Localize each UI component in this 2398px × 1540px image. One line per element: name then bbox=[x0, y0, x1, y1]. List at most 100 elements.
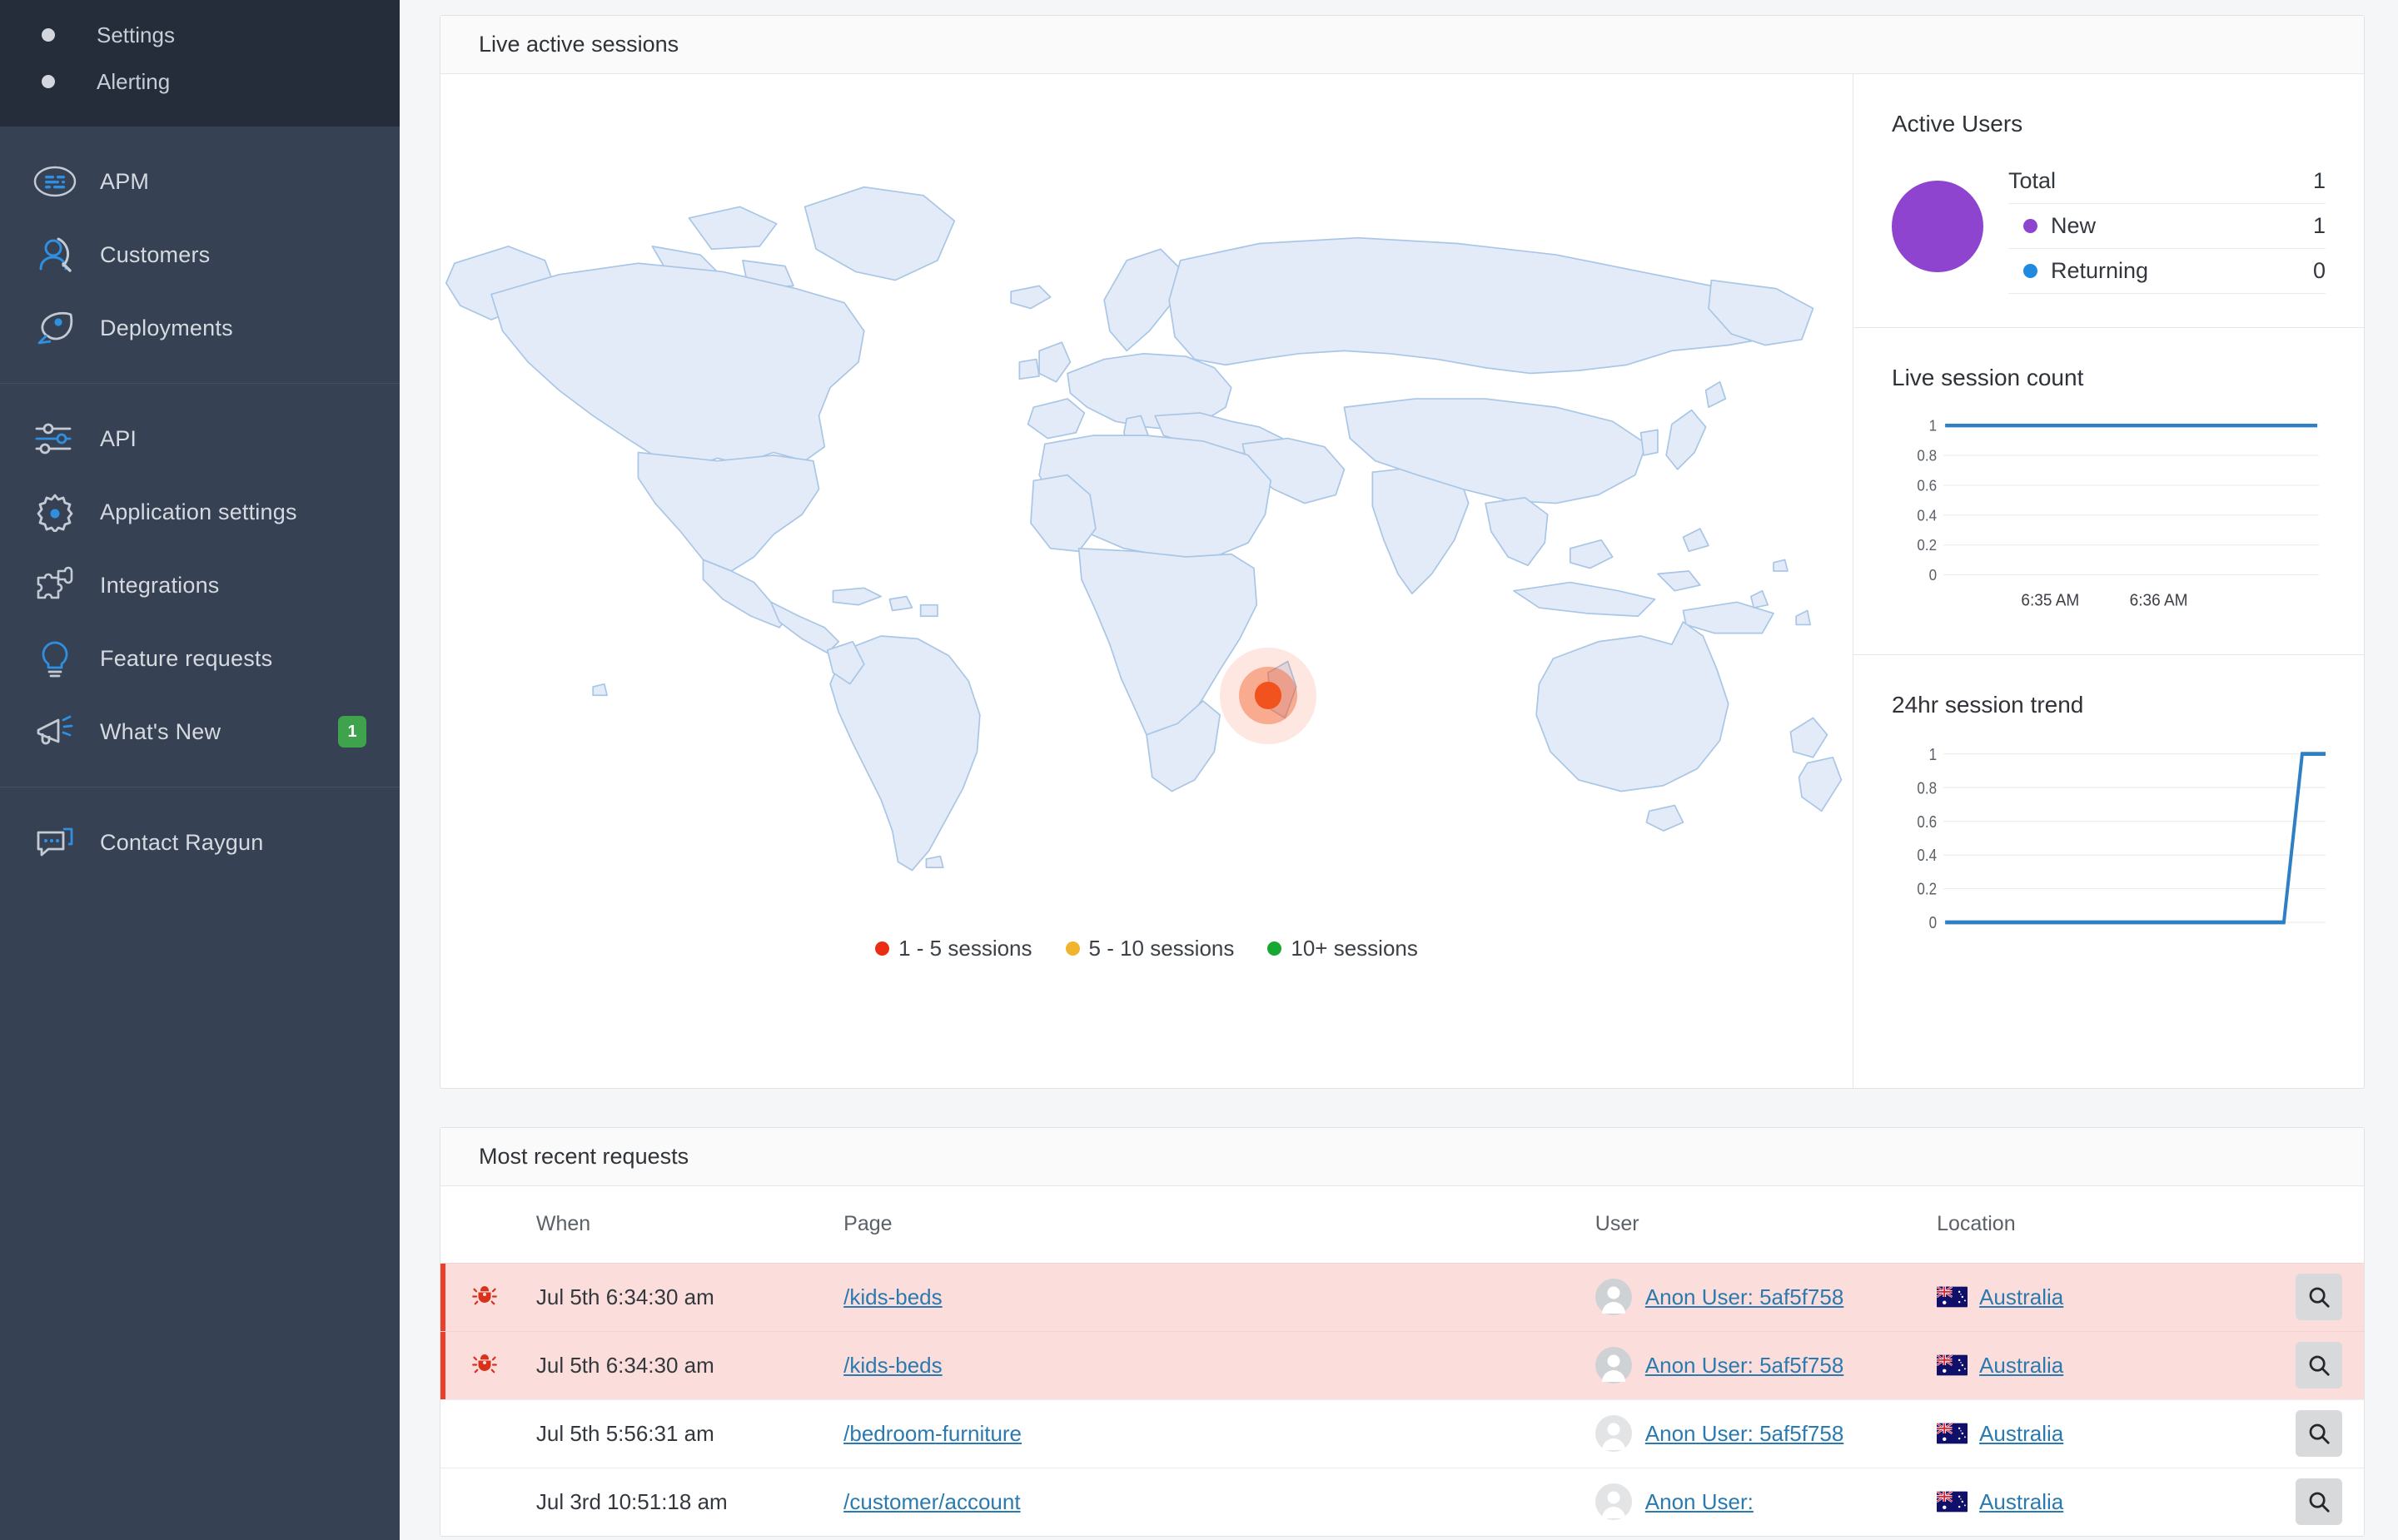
search-icon[interactable] bbox=[2296, 1342, 2342, 1388]
col-header-when[interactable]: When bbox=[536, 1186, 843, 1263]
table-row[interactable]: Jul 5th 6:34:30 am /kids-beds Anon User:… bbox=[440, 1262, 2364, 1331]
session-marker[interactable] bbox=[1219, 647, 1316, 744]
row-when: Jul 5th 6:34:30 am bbox=[535, 1262, 844, 1331]
rocket-icon bbox=[30, 306, 80, 350]
row-location-link[interactable]: Australia bbox=[1979, 1284, 2063, 1310]
sidebar-item-contact-raygun[interactable]: Contact Raygun bbox=[0, 806, 400, 879]
svg-text:0: 0 bbox=[1929, 913, 1937, 932]
active-users-block: Active Users Total 1 New 1 Returning 0 bbox=[1853, 74, 2364, 327]
sidebar-item-feature-requests[interactable]: Feature requests bbox=[0, 622, 400, 695]
row-page-link[interactable]: /bedroom-furniture bbox=[843, 1421, 1022, 1446]
row-user-cell: Anon User: 5af5f758 bbox=[1595, 1398, 1938, 1468]
sidebar-item-apm[interactable]: APM bbox=[0, 145, 400, 218]
search-icon[interactable] bbox=[2296, 1410, 2342, 1457]
sidebar-item-whats-new[interactable]: What's New 1 bbox=[0, 695, 400, 768]
row-user-link[interactable]: Anon User: 5af5f758 bbox=[1645, 1421, 1844, 1447]
col-header-page[interactable]: Page bbox=[843, 1186, 1595, 1263]
row-location-link[interactable]: Australia bbox=[1979, 1489, 2063, 1515]
sidebar-item-label: Application settings bbox=[100, 499, 297, 524]
legend-label: 10+ sessions bbox=[1291, 936, 1418, 961]
row-location-link[interactable]: Australia bbox=[1979, 1353, 2063, 1379]
table-row[interactable]: Jul 3rd 10:51:18 am /customer/account An… bbox=[440, 1467, 2364, 1536]
svg-text:1: 1 bbox=[1929, 744, 1937, 763]
avatar bbox=[1595, 1415, 1632, 1452]
sidebar-item-api[interactable]: API bbox=[0, 402, 400, 475]
session-trend-chart[interactable]: 1 0.8 0.6 0.4 0.2 0 bbox=[1892, 740, 2326, 948]
avatar bbox=[1595, 1279, 1632, 1315]
search-icon[interactable] bbox=[2296, 1478, 2342, 1526]
bullet-dot-icon bbox=[42, 75, 55, 88]
svg-text:0.4: 0.4 bbox=[1917, 846, 1937, 865]
row-action-cell bbox=[2261, 1467, 2364, 1536]
apm-icon bbox=[30, 160, 80, 203]
sidebar-item-alerting[interactable]: Alerting bbox=[0, 58, 400, 105]
whats-new-badge: 1 bbox=[338, 716, 366, 748]
australia-flag-icon bbox=[1937, 1354, 1968, 1376]
col-header-action bbox=[2261, 1186, 2364, 1263]
row-page-cell: /kids-beds bbox=[843, 1262, 1595, 1331]
chart-svg: 1 0.8 0.6 0.4 0.2 0 bbox=[1917, 744, 2326, 932]
row-page-link[interactable]: /kids-beds bbox=[843, 1353, 943, 1378]
svg-text:0.4: 0.4 bbox=[1917, 507, 1937, 524]
sidebar-item-settings[interactable]: Settings bbox=[0, 12, 400, 58]
live-session-count-block: Live session count 1 0.8 0.6 0.4 0.2 0 6… bbox=[1853, 327, 2364, 654]
sidebar-item-customers[interactable]: Customers bbox=[0, 218, 400, 291]
active-users-row-total: Total 1 bbox=[2008, 159, 2326, 204]
sidebar-group-config: API Application settings Integrations Fe… bbox=[0, 383, 400, 787]
sidebar-item-application-settings[interactable]: Application settings bbox=[0, 475, 400, 549]
legend-label: 1 - 5 sessions bbox=[898, 936, 1032, 961]
row-when: Jul 5th 6:34:30 am bbox=[535, 1330, 844, 1399]
table-body: Jul 5th 6:34:30 am /kids-beds Anon User:… bbox=[440, 1262, 2364, 1536]
table-row[interactable]: Jul 5th 5:56:31 am /bedroom-furniture An… bbox=[440, 1398, 2364, 1468]
col-header-user[interactable]: User bbox=[1595, 1186, 1937, 1263]
sidebar-item-label: Settings bbox=[97, 22, 175, 47]
row-value: 1 bbox=[2312, 213, 2326, 238]
sidebar: Settings Alerting APM Customers Deployme… bbox=[0, 0, 400, 1540]
sidebar-item-deployments[interactable]: Deployments bbox=[0, 291, 400, 365]
live-session-count-chart[interactable]: 1 0.8 0.6 0.4 0.2 0 6:35 AM 6:36 AM bbox=[1892, 413, 2326, 621]
sidebar-item-integrations[interactable]: Integrations bbox=[0, 549, 400, 622]
col-header-location[interactable]: Location bbox=[1937, 1186, 2261, 1263]
row-location-link[interactable]: Australia bbox=[1979, 1421, 2063, 1447]
legend-dot-new bbox=[2023, 219, 2037, 233]
sidebar-item-label: Feature requests bbox=[100, 645, 273, 671]
table-header-row: When Page User Location bbox=[440, 1186, 2364, 1263]
row-user-link[interactable]: Anon User: 5af5f758 bbox=[1645, 1353, 1844, 1379]
row-page-cell: /kids-beds bbox=[843, 1330, 1595, 1399]
gear-icon bbox=[30, 490, 80, 534]
table-row[interactable]: Jul 5th 6:34:30 am /kids-beds Anon User:… bbox=[440, 1330, 2364, 1399]
legend-dot-returning bbox=[2023, 264, 2037, 278]
session-trend-block: 24hr session trend 1 0.8 0.6 0.4 0.2 0 bbox=[1853, 654, 2364, 981]
row-page-link[interactable]: /customer/account bbox=[843, 1489, 1020, 1514]
row-user-link[interactable]: Anon User: 5af5f758 bbox=[1645, 1284, 1844, 1310]
row-user-link[interactable]: Anon User: bbox=[1645, 1489, 1754, 1515]
row-location-cell: Australia bbox=[1937, 1467, 2261, 1536]
legend-dot-red bbox=[875, 941, 890, 956]
sidebar-sub-section: Settings Alerting bbox=[0, 0, 400, 127]
chart-svg: 1 0.8 0.6 0.4 0.2 0 6:35 AM 6:36 AM bbox=[1917, 417, 2319, 610]
live-session-count-title: Live session count bbox=[1892, 365, 2084, 390]
row-page-cell: /customer/account bbox=[843, 1467, 1595, 1536]
svg-text:0.2: 0.2 bbox=[1917, 879, 1937, 898]
row-action-cell bbox=[2261, 1262, 2364, 1331]
chat-icon bbox=[30, 821, 80, 864]
requests-table: When Page User Location Jul 5th 6:34:30 … bbox=[440, 1186, 2364, 1536]
row-when: Jul 3rd 10:51:18 am bbox=[535, 1467, 844, 1536]
row-location-cell: Australia bbox=[1937, 1262, 2261, 1331]
row-status-cell bbox=[440, 1262, 536, 1331]
chart-line bbox=[1945, 752, 2326, 925]
row-action-cell bbox=[2261, 1398, 2364, 1468]
most-recent-requests-card: Most recent requests When Page User Loca… bbox=[440, 1127, 2365, 1537]
lightbulb-icon bbox=[30, 637, 80, 680]
row-page-link[interactable]: /kids-beds bbox=[843, 1284, 943, 1309]
australia-flag-icon bbox=[1937, 1286, 1968, 1308]
row-location-cell: Australia bbox=[1937, 1398, 2261, 1468]
sidebar-item-label: Deployments bbox=[100, 315, 233, 340]
legend-item-10-plus: 10+ sessions bbox=[1267, 936, 1418, 961]
main-content: Live active sessions 1 - 5 sessions 5 - … bbox=[400, 0, 2398, 1540]
search-icon[interactable] bbox=[2296, 1274, 2342, 1320]
sidebar-item-label: What's New bbox=[100, 718, 221, 744]
col-header-icon bbox=[440, 1186, 536, 1263]
bug-icon bbox=[472, 1285, 497, 1312]
page-title: Live active sessions bbox=[479, 32, 679, 57]
